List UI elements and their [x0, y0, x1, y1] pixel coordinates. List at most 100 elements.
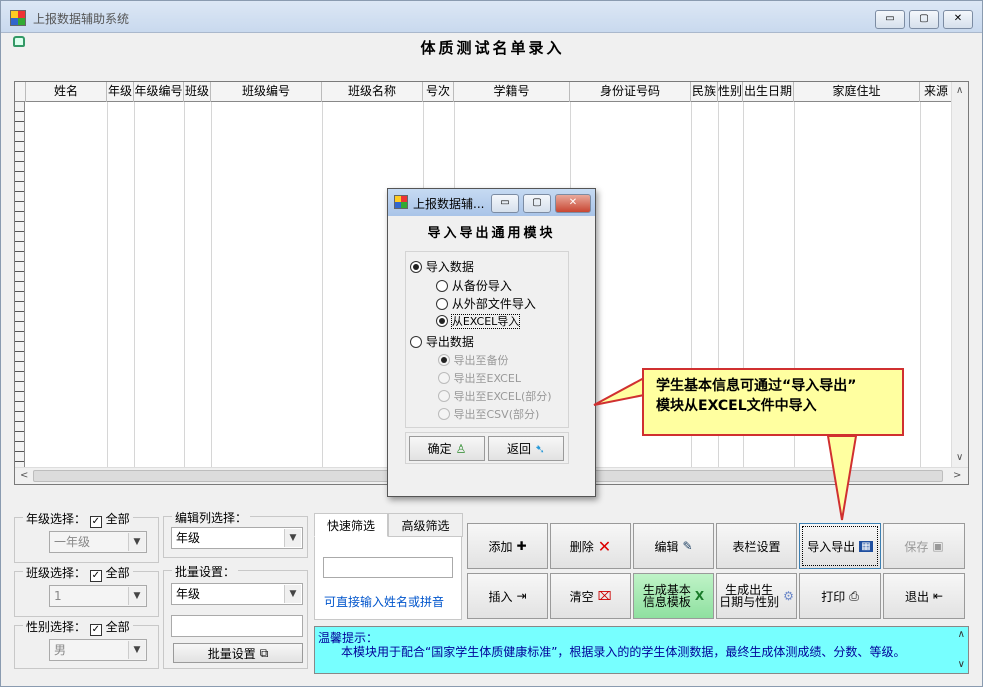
user-icon: ♙ [455, 441, 467, 456]
grade-filter-label: 年级选择： [26, 512, 87, 526]
add-button[interactable]: 添加 ✚ [467, 523, 548, 569]
export-csv-part-option[interactable]: 导出至CSV(部分) [438, 406, 539, 422]
export-excel-part-option[interactable]: 导出至EXCEL(部分) [438, 388, 552, 404]
dialog-maximize-button[interactable]: ▢ [523, 194, 551, 213]
generate-birth-gender-button[interactable]: 生成出生 日期与性别 ⚙ [716, 573, 797, 619]
class-all-label: 全部 [105, 566, 130, 580]
col-header[interactable]: 号次 [423, 82, 454, 102]
radio-export-csv-part[interactable] [438, 408, 450, 420]
scroll-down-icon[interactable]: ∨ [958, 659, 965, 670]
exit-door-icon: ⇤ [932, 589, 944, 603]
app-icon [394, 195, 408, 209]
save-button[interactable]: 保存 ▣ [883, 523, 965, 569]
export-data-option[interactable]: 导出数据 [410, 333, 474, 350]
import-excel-option[interactable]: 从EXCEL导入 [436, 313, 521, 329]
batch-value-input[interactable] [171, 615, 303, 637]
col-header[interactable]: 姓名 [26, 82, 107, 102]
edit-col-select[interactable]: 年级 ▼ [171, 527, 303, 549]
scroll-right-icon[interactable]: > [953, 470, 961, 481]
scroll-down-icon[interactable]: ∨ [956, 452, 963, 463]
callout-line-1: 学生基本信息可通过“导入导出” [656, 378, 857, 394]
dialog-back-button[interactable]: 返回 ➷ [488, 436, 564, 461]
dialog-heading: 导入导出通用模块 [427, 226, 556, 241]
tab-quick-filter[interactable]: 快速筛选 [314, 513, 388, 537]
edit-button[interactable]: 编辑 ✎ [633, 523, 714, 569]
col-header[interactable]: 来源 [920, 82, 953, 102]
col-header[interactable]: 班级编号 [211, 82, 322, 102]
col-header[interactable]: 年级 [107, 82, 134, 102]
import-export-button[interactable]: 导入导出 ▦ [799, 523, 881, 569]
bird-icon: ➷ [534, 441, 546, 456]
batch-set-button[interactable]: 批量设置 ⧉ [173, 643, 303, 663]
radio-import-excel[interactable] [436, 315, 448, 327]
edit-col-group: 编辑列选择： 年级 ▼ [163, 509, 308, 558]
col-header[interactable]: 家庭住址 [794, 82, 920, 102]
save-icon: ▣ [932, 539, 944, 553]
dialog-minimize-button[interactable]: ▭ [491, 194, 519, 213]
close-button[interactable]: ✕ [943, 10, 973, 29]
grade-all-checkbox[interactable]: ✓ [89, 516, 102, 528]
quick-filter-input[interactable] [323, 557, 453, 578]
batch-select[interactable]: 年级 ▼ [171, 583, 303, 605]
printer-icon: ⎙ [849, 588, 859, 603]
edit-col-label: 编辑列选择： [172, 509, 251, 526]
export-excel-option[interactable]: 导出至EXCEL [438, 370, 521, 386]
class-all-checkbox[interactable]: ✓ [89, 570, 102, 582]
delete-button[interactable]: 删除 ✕ [550, 523, 631, 569]
app-icon [10, 10, 26, 26]
col-header[interactable]: 性别 [718, 82, 743, 102]
import-file-option[interactable]: 从外部文件导入 [436, 295, 536, 312]
insert-button[interactable]: 插入 ⇥ [467, 573, 548, 619]
grid-header: 姓名 年级 年级编号 班级 班级编号 班级名称 号次 学籍号 身份证号码 民族 … [15, 82, 968, 102]
radio-export-backup[interactable] [438, 354, 450, 366]
tab-advanced-filter[interactable]: 高级筛选 [388, 513, 463, 537]
excel-icon: X [694, 589, 705, 603]
print-button[interactable]: 打印 ⎙ [799, 573, 881, 619]
export-backup-option[interactable]: 导出至备份 [438, 352, 509, 368]
minimize-button[interactable]: ▭ [875, 10, 905, 29]
dialog-close-button[interactable]: ✕ [555, 194, 591, 213]
radio-import-backup[interactable] [436, 280, 448, 292]
maximize-button[interactable]: ▢ [909, 10, 939, 29]
import-export-dialog: 上报数据辅... ▭ ▢ ✕ 导入导出通用模块 导入数据 从备份导入 从外部文件… [387, 188, 596, 497]
radio-export-excel-part[interactable] [438, 390, 450, 402]
batch-group: 批量设置： 年级 ▼ 批量设置 ⧉ [163, 563, 308, 669]
col-header[interactable]: 学籍号 [454, 82, 570, 102]
dialog-ok-button[interactable]: 确定 ♙ [409, 436, 485, 461]
col-header[interactable]: 年级编号 [134, 82, 184, 102]
column-settings-button[interactable]: 表栏设置 [716, 523, 797, 569]
generate-template-button[interactable]: 生成基本 信息模板 X [633, 573, 714, 619]
import-backup-option[interactable]: 从备份导入 [436, 277, 512, 294]
radio-export[interactable] [410, 336, 422, 348]
callout-line-2: 模块从EXCEL文件中导入 [656, 398, 817, 414]
scroll-left-icon[interactable]: < [20, 470, 28, 481]
edit-icon: ✎ [682, 539, 693, 553]
delete-x-icon: ✕ [597, 536, 612, 556]
col-header[interactable]: 身份证号码 [570, 82, 691, 102]
class-filter-group: 班级选择： ✓ 全部 1 ▼ [14, 564, 159, 617]
filter-tabs: 快速筛选 高级筛选 可直接输入姓名或拼音 [314, 513, 463, 620]
class-select[interactable]: 1 ▼ [49, 585, 147, 607]
vertical-scrollbar[interactable]: ∧ ∨ [951, 82, 968, 468]
col-header[interactable]: 出生日期 [743, 82, 794, 102]
col-header[interactable]: 民族 [691, 82, 718, 102]
radio-import-file[interactable] [436, 298, 448, 310]
gender-select[interactable]: 男 ▼ [49, 639, 147, 661]
chevron-down-icon: ▼ [128, 533, 145, 551]
chevron-down-icon: ▼ [284, 585, 301, 603]
scroll-up-icon[interactable]: ∧ [956, 85, 963, 96]
gender-all-checkbox[interactable]: ✓ [89, 624, 102, 636]
radio-export-excel[interactable] [438, 372, 450, 384]
gender-all-label: 全部 [105, 620, 130, 634]
callout-box: 学生基本信息可通过“导入导出” 模块从EXCEL文件中导入 [642, 368, 904, 436]
clear-button[interactable]: 清空 ⌧ [550, 573, 631, 619]
exit-button[interactable]: 退出 ⇤ [883, 573, 965, 619]
grade-select[interactable]: 一年级 ▼ [49, 531, 147, 553]
page-title: 体质测试名单录入 [420, 39, 565, 57]
import-data-option[interactable]: 导入数据 [410, 258, 474, 275]
col-header[interactable]: 班级 [184, 82, 211, 102]
scroll-up-icon[interactable]: ∧ [958, 629, 965, 640]
grade-all-label: 全部 [105, 512, 130, 526]
col-header[interactable]: 班级名称 [322, 82, 423, 102]
radio-import[interactable] [410, 261, 422, 273]
